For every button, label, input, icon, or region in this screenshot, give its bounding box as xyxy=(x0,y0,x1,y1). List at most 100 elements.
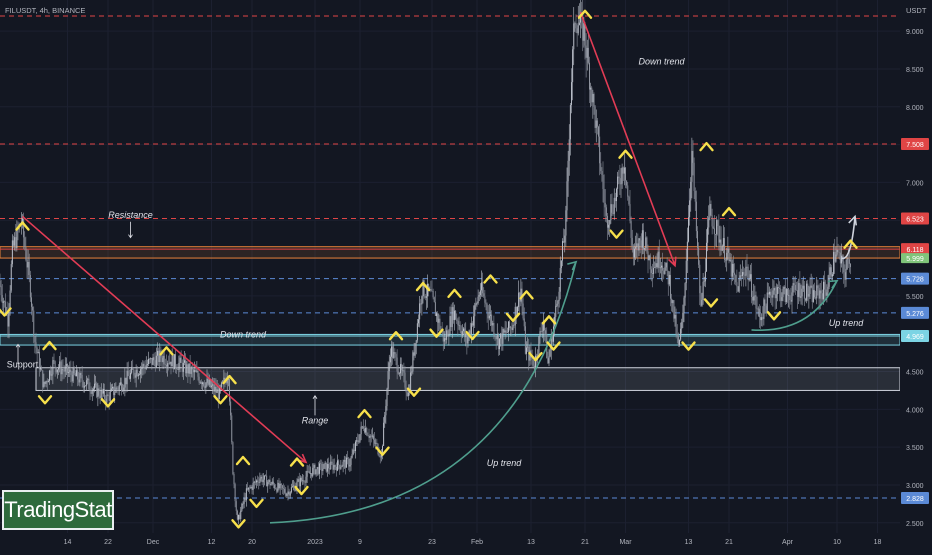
candle-body xyxy=(281,485,283,489)
candle-body xyxy=(306,470,308,477)
candle-body xyxy=(91,390,93,394)
brand-logo: TradingStat xyxy=(2,490,114,530)
candle-body xyxy=(539,331,541,337)
candle-body xyxy=(44,381,46,384)
candle-body xyxy=(622,167,624,174)
time-axis[interactable]: 14 22 Dec 12 20 2023 9 23 Feb 13 21 Mar 13 21 Apr 10 18 xyxy=(0,533,932,550)
candle-body xyxy=(652,273,653,274)
candle-body xyxy=(764,299,766,306)
candle-body xyxy=(252,482,254,490)
candle-body xyxy=(338,460,340,466)
candle-body xyxy=(242,503,244,505)
candle-body xyxy=(573,23,575,50)
candle-body xyxy=(358,441,360,443)
candle-body xyxy=(638,238,640,251)
candle-body xyxy=(765,305,767,313)
candle-body xyxy=(442,330,444,342)
candle-body xyxy=(836,249,838,255)
candle-body xyxy=(598,126,599,137)
candle-body xyxy=(89,389,91,392)
candle-body xyxy=(188,363,190,374)
candle-body xyxy=(96,383,98,397)
candle-body xyxy=(451,307,453,328)
candle-body xyxy=(682,312,684,323)
candle-body xyxy=(234,484,236,502)
candle-body xyxy=(770,291,772,296)
candle-body xyxy=(88,378,90,390)
candle-body xyxy=(376,442,378,445)
candle-body xyxy=(841,255,842,264)
candle-body xyxy=(64,366,66,372)
candle-body xyxy=(835,254,837,262)
candle-body xyxy=(670,274,671,299)
chart-annotation: Up trend xyxy=(487,458,523,468)
candle-body xyxy=(83,385,85,388)
candle-body xyxy=(821,293,823,300)
candle-body xyxy=(347,457,349,459)
candle-body xyxy=(328,464,329,469)
candle-body xyxy=(79,372,81,383)
candle-body xyxy=(646,237,648,252)
candle-body xyxy=(775,294,777,299)
candle-body xyxy=(610,204,612,221)
candle-body xyxy=(784,286,786,302)
candle-body xyxy=(789,295,791,301)
candle-body xyxy=(254,481,256,483)
candle-body xyxy=(780,288,782,301)
candle-body xyxy=(329,468,331,470)
candle-body xyxy=(592,93,594,103)
candle-body xyxy=(176,366,178,369)
candle-body xyxy=(109,391,111,401)
candle-body xyxy=(756,308,758,310)
candle-body xyxy=(618,176,620,179)
candle-body xyxy=(356,440,358,442)
candle-body xyxy=(115,387,117,393)
candle-body xyxy=(361,426,363,428)
candle-body xyxy=(384,415,386,423)
candle-body xyxy=(416,323,418,341)
candle-body xyxy=(100,389,102,399)
candle-body xyxy=(681,322,683,329)
candle-body xyxy=(816,285,818,299)
candle-body xyxy=(788,295,790,296)
candle-body xyxy=(4,301,5,302)
candle-body xyxy=(766,292,768,313)
candle-body xyxy=(809,286,811,294)
candle-body xyxy=(761,317,763,321)
candle-body xyxy=(492,322,494,326)
candle-body xyxy=(131,366,133,373)
candle-body xyxy=(35,342,37,348)
candle-body xyxy=(787,289,788,296)
candle-body xyxy=(798,283,800,297)
candle-body xyxy=(98,388,100,396)
candle-body xyxy=(26,259,28,268)
candle-body xyxy=(458,325,460,326)
candle-body xyxy=(193,369,194,373)
candle-body xyxy=(158,350,160,362)
candle-body xyxy=(97,388,99,397)
candle-body xyxy=(357,440,359,442)
price-axis[interactable]: 2.5003.0003.5004.0004.5005.0005.5006.000… xyxy=(900,0,932,550)
candle-body xyxy=(31,297,32,307)
candle-body xyxy=(713,228,715,235)
candle-body xyxy=(121,382,122,392)
candle-body xyxy=(671,298,673,304)
candle-body xyxy=(284,488,286,493)
candle-body xyxy=(207,378,209,385)
candle-body xyxy=(163,355,165,365)
candle-body xyxy=(307,470,309,472)
price-level-tag-label: 7.508 xyxy=(906,142,924,149)
candle-body xyxy=(352,449,354,455)
candle-body xyxy=(389,356,391,363)
candle-body xyxy=(832,274,833,277)
candle-body xyxy=(767,292,769,295)
candle-body xyxy=(689,200,691,218)
candle-body xyxy=(616,188,617,202)
price-tick-label: 4.500 xyxy=(906,370,924,377)
candle-body xyxy=(448,334,450,337)
candle-body xyxy=(578,22,580,26)
candle-body xyxy=(716,220,718,235)
candle-body xyxy=(394,351,396,355)
candle-body xyxy=(173,354,175,370)
candle-body xyxy=(482,282,484,294)
